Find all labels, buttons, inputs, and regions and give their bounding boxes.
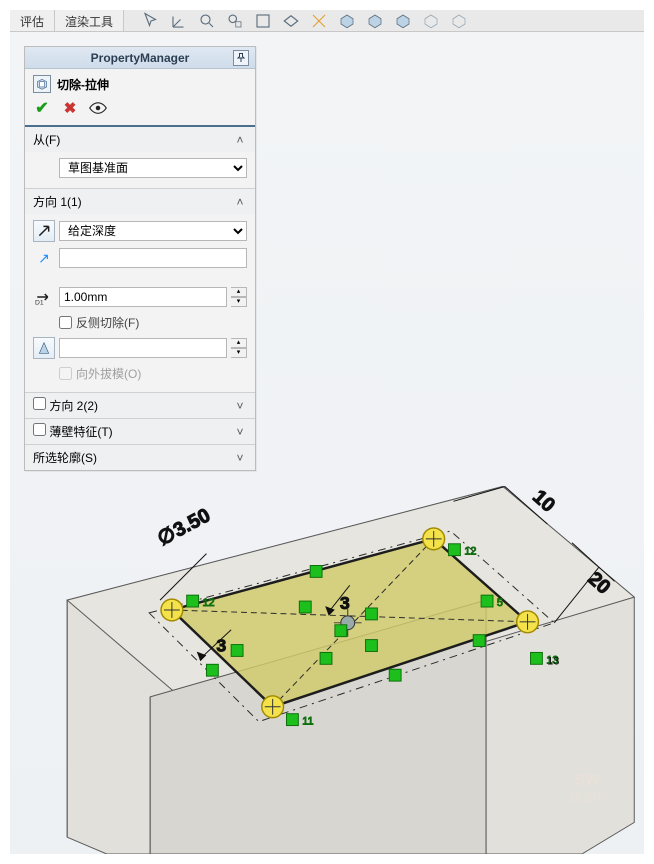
cut-extrude-icon: [33, 75, 51, 93]
svg-text:3: 3: [216, 635, 226, 655]
zoom-fit-icon[interactable]: [254, 12, 272, 30]
section-from: 从(F) ˄ 草图基准面: [25, 127, 255, 189]
feature-header: 切除-拉伸: [25, 69, 255, 97]
svg-text:3.50: 3.50: [170, 504, 214, 541]
chevron-up-icon: ˄: [233, 133, 247, 147]
pointer-icon[interactable]: [142, 12, 160, 30]
depth-input[interactable]: [59, 287, 227, 307]
view-settings-icon[interactable]: [450, 12, 468, 30]
command-tabs: 评估 渲染工具: [10, 10, 644, 32]
display-style-icon[interactable]: [338, 12, 356, 30]
ok-button[interactable]: ✔: [33, 99, 51, 117]
pin-icon[interactable]: [233, 50, 249, 66]
chevron-down-icon: ˅: [233, 399, 247, 413]
section-thin-feature: 薄壁特征(T) ˅: [25, 419, 255, 445]
tab-evaluate[interactable]: 评估: [10, 10, 55, 31]
end-condition-select[interactable]: 给定深度: [59, 221, 247, 241]
draft-spinner: ▴▾: [231, 338, 247, 358]
section-from-label: 从(F): [33, 131, 60, 148]
hide-show-icon[interactable]: [366, 12, 384, 30]
property-manager-panel: PropertyManager 切除-拉伸 ✔ ✖ 从(F) ˄: [24, 46, 256, 471]
depth-icon: D1: [33, 286, 55, 308]
section-direction1-label: 方向 1(1): [33, 193, 82, 210]
draft-icon[interactable]: [33, 337, 55, 359]
svg-text:12: 12: [203, 597, 215, 609]
zoom-area-icon[interactable]: [226, 12, 244, 30]
pm-title-bar: PropertyManager: [25, 47, 255, 69]
svg-text:3: 3: [340, 593, 350, 613]
direction2-enable-checkbox[interactable]: [33, 397, 46, 410]
flip-side-checkbox[interactable]: 反侧切除(F): [33, 314, 247, 331]
appearance-icon[interactable]: [310, 12, 328, 30]
svg-text:D1: D1: [35, 300, 44, 307]
section-direction2-label: 方向 2(2): [49, 399, 98, 413]
section-selected-contours-header[interactable]: 所选轮廓(S) ˅: [25, 445, 255, 470]
svg-text:13: 13: [547, 655, 559, 667]
zoom-in-icon[interactable]: [198, 12, 216, 30]
flip-side-label: 反侧切除(F): [76, 314, 139, 331]
chevron-down-icon: ˅: [233, 425, 247, 439]
from-select[interactable]: 草图基准面: [59, 158, 247, 178]
svg-text:12: 12: [464, 546, 476, 558]
direction-arrow-icon: ↗: [33, 250, 55, 267]
section-view-icon[interactable]: [282, 12, 300, 30]
depth-spinner[interactable]: ▴▾: [231, 287, 247, 307]
chevron-up-icon: ˄: [233, 195, 247, 209]
reverse-direction-icon[interactable]: [33, 220, 55, 242]
preview-icon[interactable]: [89, 99, 107, 117]
section-thin-feature-label: 薄壁特征(T): [49, 425, 112, 439]
section-selected-contours: 所选轮廓(S) ˅: [25, 445, 255, 470]
section-direction2: 方向 2(2) ˅: [25, 393, 255, 419]
view-toolbar: [142, 10, 468, 31]
draft-angle-input: [59, 338, 227, 358]
watermark: SW 研习社: [552, 754, 622, 824]
section-from-header[interactable]: 从(F) ˄: [25, 127, 255, 152]
scene-icon[interactable]: [422, 12, 440, 30]
section-direction2-header[interactable]: 方向 2(2) ˅: [25, 393, 255, 418]
chevron-down-icon: ˅: [233, 451, 247, 465]
section-direction1: 方向 1(1) ˄ 给定深度 ↗: [25, 189, 255, 393]
triad-icon[interactable]: [170, 12, 188, 30]
thin-feature-enable-checkbox[interactable]: [33, 423, 46, 436]
feature-name: 切除-拉伸: [57, 76, 109, 93]
tab-render-tools[interactable]: 渲染工具: [55, 10, 124, 31]
cancel-button[interactable]: ✖: [61, 99, 79, 117]
section-thin-feature-header[interactable]: 薄壁特征(T) ˅: [25, 419, 255, 444]
svg-text:5: 5: [497, 597, 503, 609]
edit-appearance-icon[interactable]: [394, 12, 412, 30]
draft-outward-label: 向外拔模(O): [76, 365, 141, 382]
section-selected-contours-label: 所选轮廓(S): [33, 449, 97, 466]
section-direction1-header[interactable]: 方向 1(1) ˄: [25, 189, 255, 214]
pm-title-text: PropertyManager: [91, 51, 190, 65]
svg-text:11: 11: [302, 716, 313, 728]
pm-actions: ✔ ✖: [25, 97, 255, 127]
direction-vector-input[interactable]: [59, 248, 247, 268]
draft-outward-checkbox: 向外拔模(O): [33, 365, 247, 382]
